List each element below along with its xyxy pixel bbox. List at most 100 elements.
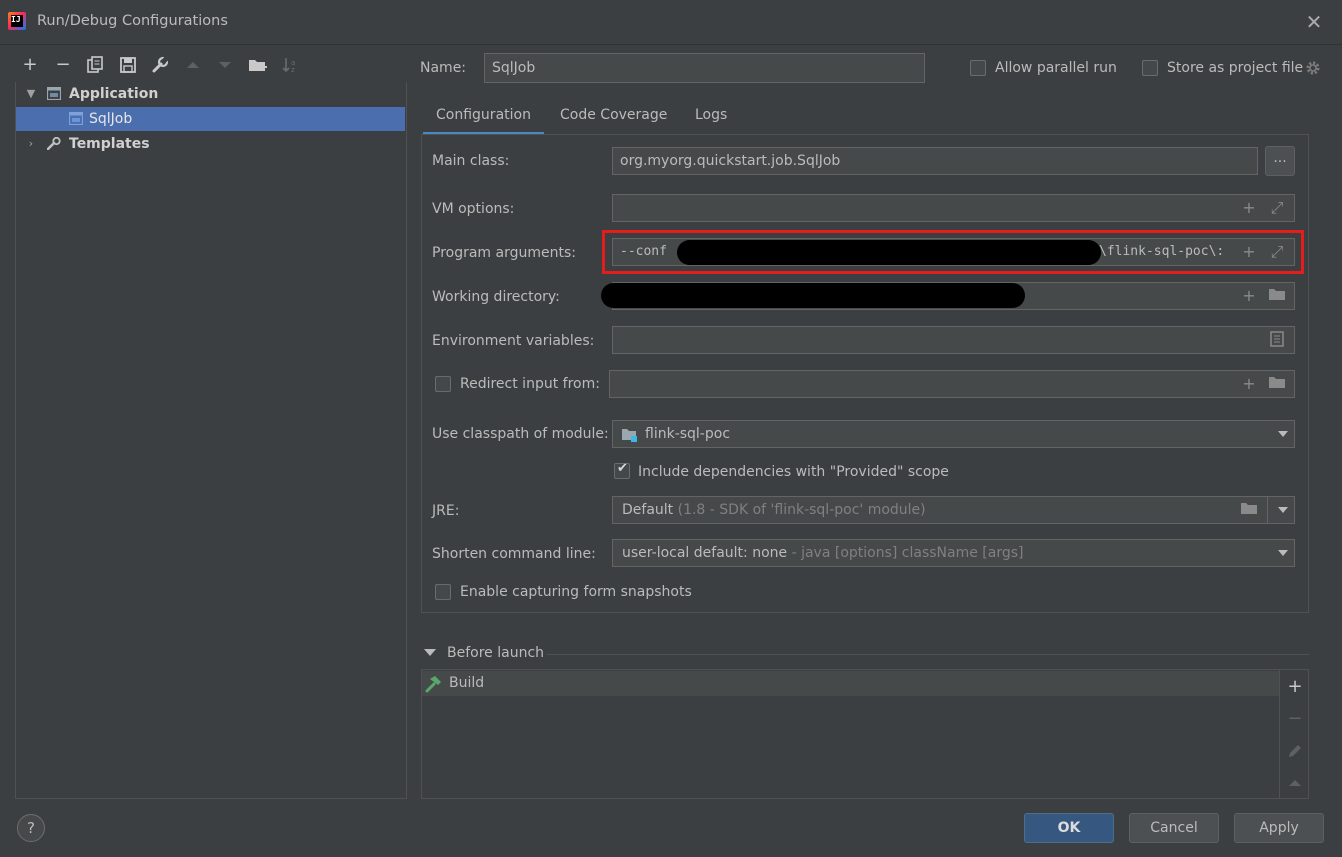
shorten-command-label: Shorten command line: [432,546,596,562]
gear-icon[interactable] [1304,59,1322,77]
expand-icon[interactable]: ⤢ [1268,199,1286,217]
plus-icon[interactable]: + [1240,199,1258,217]
jre-label: JRE: [432,503,460,519]
intellij-logo-icon: IJ [8,12,26,30]
jre-value: Default [622,502,674,518]
program-arguments-input[interactable]: --conf \flink-sql-poc\: + ⤢ [612,238,1295,266]
redirect-input-checkbox[interactable] [435,376,451,392]
plus-icon[interactable]: + [1240,243,1258,261]
chevron-down-icon[interactable]: ▼ [24,82,38,106]
jre-text: Default (1.8 - SDK of 'flink-sql-poc' mo… [622,497,926,523]
save-icon[interactable] [117,54,139,76]
shorten-text: user-local default: none - java [options… [622,540,1024,566]
add-icon[interactable]: + [1284,676,1306,698]
move-up-icon[interactable] [1284,772,1306,794]
program-arguments-label: Program arguments: [432,245,576,261]
shorten-command-combo[interactable]: user-local default: none - java [options… [612,539,1295,567]
store-project-label: Store as project file [1167,60,1304,76]
combo-divider [1267,497,1268,523]
name-label: Name: [420,60,467,76]
close-icon[interactable]: ✕ [1304,12,1324,32]
copy-icon[interactable] [84,54,106,76]
move-up-icon[interactable] [182,54,204,76]
svg-text:z: z [291,66,295,74]
wrench-icon[interactable] [149,54,171,76]
tree-item-application[interactable]: ▼ Application [16,82,405,106]
browse-main-class-button[interactable]: ... [1265,146,1295,176]
module-icon [622,429,637,442]
application-icon [47,87,61,100]
jre-combo[interactable]: Default (1.8 - SDK of 'flink-sql-poc' mo… [612,496,1295,524]
include-dependencies-checkbox[interactable]: ✔ [614,461,630,479]
classpath-combo[interactable]: flink-sql-poc [612,420,1295,448]
application-icon [69,112,83,125]
tab-configuration[interactable]: Configuration [423,104,544,135]
expand-icon[interactable]: ⤢ [1268,243,1286,261]
before-launch-divider [547,654,1309,655]
ok-button[interactable]: OK [1024,813,1114,843]
main-class-label: Main class: [432,153,510,169]
chevron-right-icon[interactable]: › [24,132,38,156]
checkmark-icon: ✔ [617,461,628,476]
remove-icon[interactable]: − [1284,708,1306,730]
allow-parallel-checkbox[interactable] [970,60,986,76]
tree-label-templates: Templates [69,136,150,152]
name-input[interactable]: SqlJob [484,53,925,83]
include-dependencies-label: Include dependencies with "Provided" sco… [638,464,949,480]
add-icon[interactable]: + [19,54,41,76]
before-launch-label: Before launch [447,645,545,661]
redacted-area [601,283,1025,308]
vm-options-input[interactable]: + ⤢ [612,194,1295,222]
help-button[interactable]: ? [17,814,45,842]
allow-parallel-label: Allow parallel run [995,60,1117,76]
apply-button[interactable]: Apply [1234,813,1324,843]
new-folder-icon[interactable] [247,54,269,76]
program-arguments-suffix: \flink-sql-poc\: [1099,244,1225,259]
redirect-input-label: Redirect input from: [460,376,600,392]
list-item-build[interactable]: Build [422,671,1279,696]
move-down-icon[interactable] [214,54,236,76]
window-title: Run/Debug Configurations [37,13,228,29]
tab-code-coverage[interactable]: Code Coverage [560,104,667,135]
document-icon[interactable] [1268,331,1286,349]
dropdown-arrow-icon[interactable] [1278,431,1288,437]
cancel-button[interactable]: Cancel [1129,813,1219,843]
environment-variables-input[interactable] [612,326,1295,354]
main-class-input[interactable]: org.myorg.quickstart.job.SqlJob [612,147,1258,175]
vm-options-label: VM options: [432,201,515,217]
enable-snapshots-checkbox[interactable] [435,584,451,600]
name-value: SqlJob [492,60,536,76]
edit-icon[interactable] [1284,740,1306,762]
build-label: Build [449,675,485,691]
jre-hint: (1.8 - SDK of 'flink-sql-poc' module) [677,502,926,518]
tree-item-templates[interactable]: › Templates [16,132,405,156]
wrench-icon [47,137,61,150]
tree-label-application: Application [69,86,159,102]
plus-icon[interactable]: + [1240,287,1258,305]
shorten-hint: - java [options] className [args] [791,545,1024,561]
remove-icon[interactable]: − [52,54,74,76]
collapse-arrow-icon[interactable] [424,649,436,656]
sort-icon[interactable]: az [279,54,301,76]
tab-logs[interactable]: Logs [695,104,727,135]
plus-icon[interactable]: + [1240,375,1258,393]
before-launch-toolbar: + − [1279,670,1310,798]
configuration-tree: ▼ Application SqlJob › Templates [15,82,407,799]
folder-icon[interactable] [1268,287,1286,305]
redirect-input-field[interactable]: + [609,370,1295,398]
program-arguments-prefix: --conf [620,244,667,259]
store-project-checkbox[interactable] [1142,60,1158,76]
shorten-value: user-local default: none [622,545,788,561]
enable-snapshots-label: Enable capturing form snapshots [460,584,692,600]
title-divider [0,44,1342,45]
classpath-value: flink-sql-poc [645,426,731,442]
classpath-label: Use classpath of module: [432,426,609,442]
tree-item-sqljob[interactable]: SqlJob [16,107,405,131]
folder-icon[interactable] [1268,375,1286,393]
folder-icon[interactable] [1240,501,1258,519]
tree-label-sqljob: SqlJob [89,111,133,127]
working-directory-label: Working directory: [432,289,560,305]
dropdown-arrow-icon[interactable] [1278,550,1288,556]
before-launch-list: Build + − [421,669,1309,799]
dropdown-arrow-icon[interactable] [1278,507,1288,513]
